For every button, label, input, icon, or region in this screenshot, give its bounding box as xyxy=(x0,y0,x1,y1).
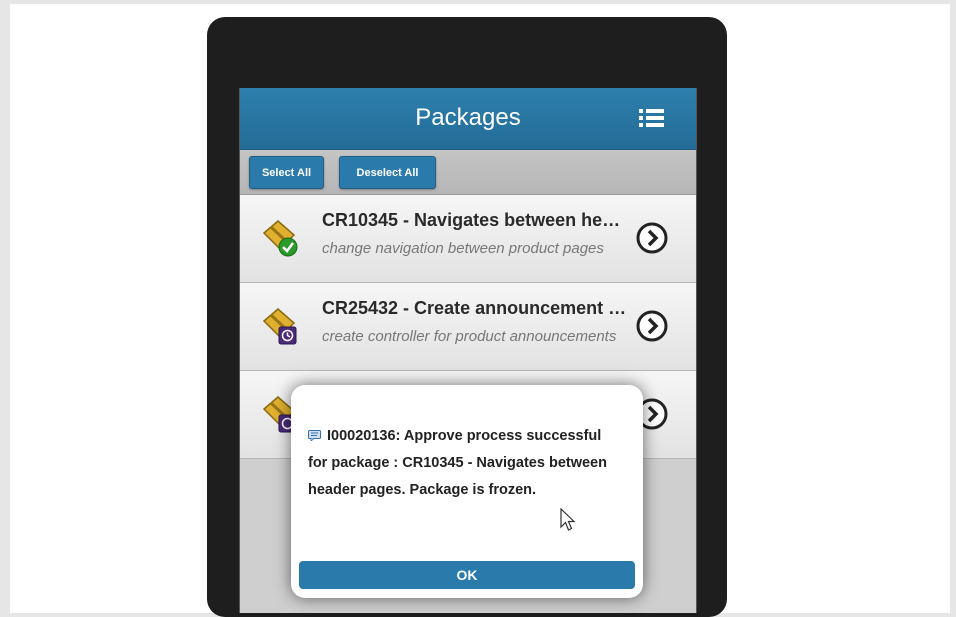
selection-toolbar: Select All Deselect All xyxy=(240,150,696,195)
package-approved-icon xyxy=(262,220,298,257)
mouse-cursor-icon xyxy=(560,508,576,531)
page-title: Packages xyxy=(415,104,521,131)
package-title: CR10345 - Navigates between header pages xyxy=(322,210,628,230)
select-all-button[interactable]: Select All xyxy=(249,156,324,189)
message-icon xyxy=(308,430,321,441)
package-title: CR25432 - Create announcement controller xyxy=(322,298,628,318)
package-description: change navigation between product pages xyxy=(322,240,604,257)
package-description: create controller for product announceme… xyxy=(322,328,617,345)
app-header: Packages xyxy=(240,88,696,150)
chevron-right-icon[interactable] xyxy=(635,221,669,255)
list-menu-icon[interactable] xyxy=(638,106,666,130)
deselect-all-button[interactable]: Deselect All xyxy=(339,156,436,189)
ok-button[interactable]: OK xyxy=(299,561,635,589)
package-pending-icon xyxy=(262,308,297,345)
dialog-message: I00020136: Approve process successful fo… xyxy=(308,428,607,498)
package-list-item[interactable]: CR10345 - Navigates between header pages… xyxy=(240,195,696,283)
package-list-item[interactable]: CR25432 - Create announcement controller… xyxy=(240,283,696,371)
message-dialog: I00020136: Approve process successful fo… xyxy=(291,385,643,598)
dialog-message-block: I00020136: Approve process successful fo… xyxy=(308,423,623,504)
chevron-right-icon[interactable] xyxy=(635,309,669,343)
